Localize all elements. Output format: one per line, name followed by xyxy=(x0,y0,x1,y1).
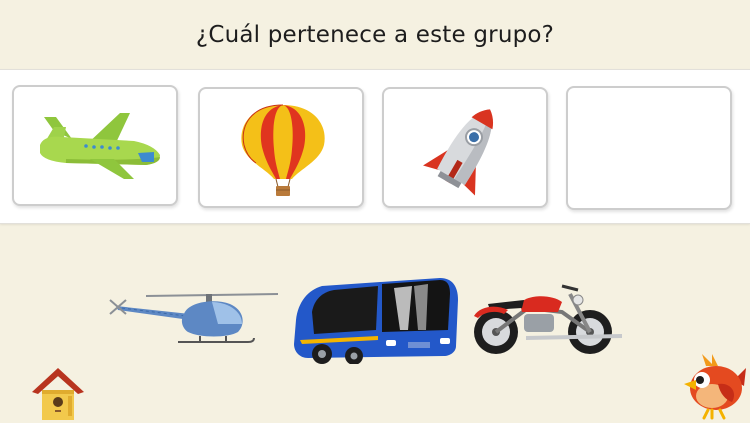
group-panel xyxy=(0,69,750,224)
game-screen: ¿Cuál pertenece a este grupo? xyxy=(0,0,750,423)
question-title: ¿Cuál pertenece a este grupo? xyxy=(195,22,555,48)
answer-slot[interactable] xyxy=(566,86,732,210)
option-helicopter[interactable] xyxy=(108,288,280,348)
airplane-icon xyxy=(40,113,160,179)
hot-air-balloon-icon xyxy=(241,104,325,196)
group-card-hot-air-balloon xyxy=(198,87,364,208)
option-motorcycle[interactable] xyxy=(466,276,626,356)
home-button[interactable] xyxy=(28,366,88,422)
group-card-airplane xyxy=(12,85,178,206)
birdhouse-icon xyxy=(32,368,84,420)
red-bird-icon xyxy=(684,354,746,420)
group-card-rocket xyxy=(382,87,548,208)
mascot-bird-button[interactable] xyxy=(678,350,748,420)
option-bus[interactable] xyxy=(290,274,462,365)
rocket-icon xyxy=(423,109,494,196)
motorcycle-icon xyxy=(474,284,622,354)
bus-icon xyxy=(294,278,458,365)
helicopter-icon xyxy=(109,293,279,343)
